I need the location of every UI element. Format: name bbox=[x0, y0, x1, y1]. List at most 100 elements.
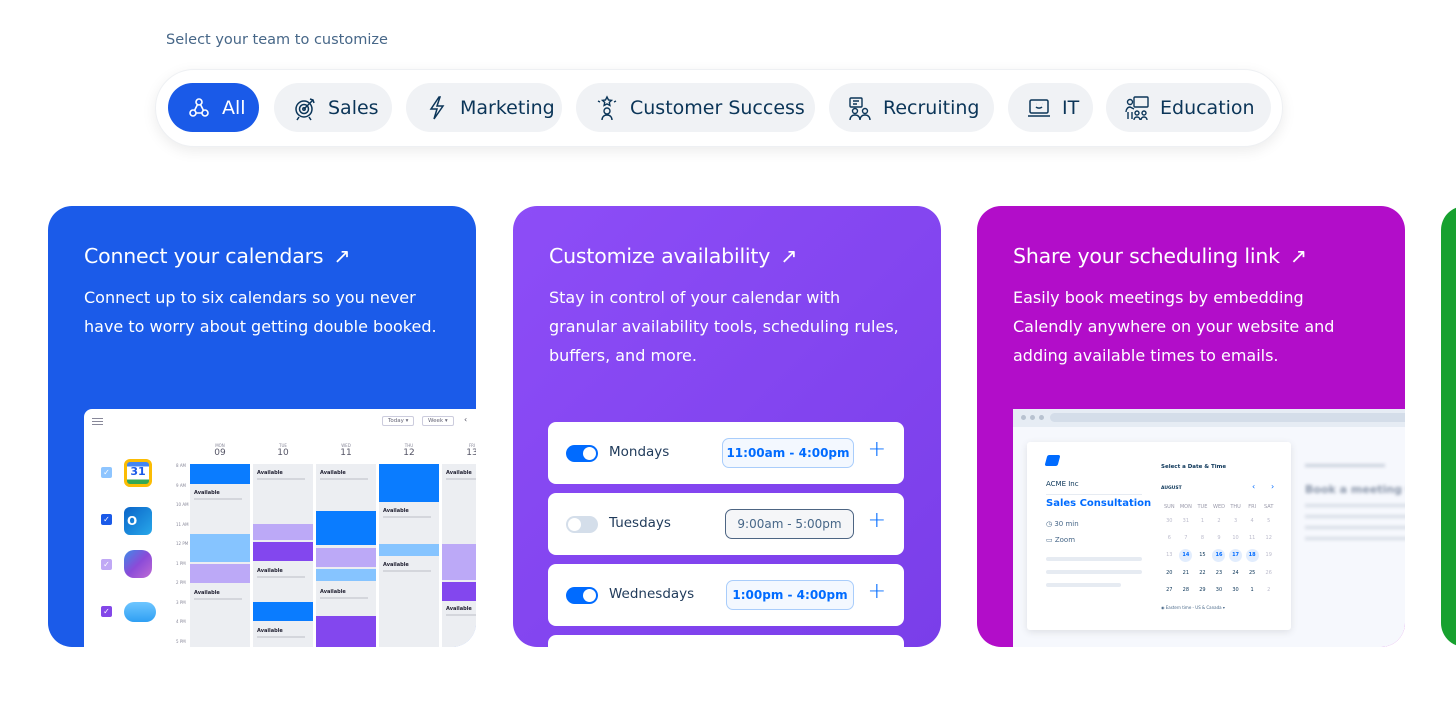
browser-bar bbox=[1013, 409, 1405, 427]
tab-label: Customer Success bbox=[630, 96, 805, 119]
time-label: 9 AM bbox=[176, 482, 187, 488]
icloud-icon bbox=[124, 602, 156, 622]
availability-row-wednesdays: Wednesdays 1:00pm - 4:00pm + bbox=[548, 564, 904, 626]
date-cell: 28 bbox=[1182, 587, 1190, 593]
day-header: WED 11 bbox=[340, 443, 352, 458]
tab-marketing[interactable]: Marketing bbox=[406, 83, 562, 132]
date-cell: 26 bbox=[1265, 570, 1272, 576]
menu-icon bbox=[92, 418, 103, 425]
date-cell: 7 bbox=[1184, 535, 1188, 541]
time-label: 11 AM bbox=[176, 521, 189, 527]
event-name: Sales Consultation bbox=[1046, 498, 1152, 509]
date-cell: 24 bbox=[1232, 570, 1239, 576]
tab-customer-success[interactable]: Customer Success bbox=[576, 83, 815, 132]
card-connect-calendars[interactable]: Connect your calendars ↗ Connect up to si… bbox=[48, 206, 476, 647]
date-cell[interactable]: 14 bbox=[1179, 549, 1193, 562]
card-title[interactable]: Customize availability ↗ bbox=[549, 244, 797, 268]
tab-sales[interactable]: Sales bbox=[274, 83, 392, 132]
date-cell: 23 bbox=[1215, 570, 1223, 576]
tab-it[interactable]: IT bbox=[1008, 83, 1093, 132]
date-cell: 29 bbox=[1199, 587, 1206, 593]
date-cell: 11 bbox=[1248, 535, 1256, 541]
weekday-label: THU bbox=[1230, 504, 1241, 510]
time-label: 3 PM bbox=[176, 599, 186, 605]
date-cell: 22 bbox=[1199, 570, 1206, 576]
time-range[interactable]: 1:00pm - 4:00pm bbox=[726, 580, 854, 610]
section-label: Select your team to customize bbox=[166, 32, 388, 48]
availability-row-mondays: Mondays 11:00am - 4:00pm + bbox=[548, 422, 904, 484]
plus-icon[interactable]: + bbox=[868, 437, 886, 462]
toggle-wednesdays[interactable] bbox=[566, 587, 598, 604]
date-cell[interactable]: 18 bbox=[1245, 549, 1259, 562]
date-cell: 31 bbox=[1182, 518, 1190, 524]
date-cell: 12 bbox=[1265, 535, 1272, 541]
toggle-tuesdays[interactable] bbox=[566, 516, 598, 533]
arrow-up-right-icon: ↗ bbox=[1289, 244, 1307, 268]
date-cell[interactable]: 16 bbox=[1212, 549, 1226, 562]
date-cell: 21 bbox=[1182, 570, 1190, 576]
date-cell: 9 bbox=[1217, 535, 1221, 541]
time-label: 2 PM bbox=[176, 580, 186, 585]
day-header: MON 09 bbox=[214, 443, 226, 458]
day-header: TUE 10 bbox=[277, 443, 289, 458]
booking-widget: ACME Inc Sales Consultation ◷ 30 min ▭ Z… bbox=[1027, 442, 1291, 630]
toggle-mondays[interactable] bbox=[566, 445, 598, 462]
card-customize-availability[interactable]: Customize availability ↗ Stay in control … bbox=[513, 206, 941, 647]
time-label: 8 AM bbox=[176, 463, 187, 468]
date-cell: 1 bbox=[1250, 587, 1254, 593]
availability-row-partial bbox=[548, 635, 904, 647]
date-cell: 25 bbox=[1248, 570, 1256, 576]
chevron-left-icon[interactable]: ‹ bbox=[1252, 482, 1255, 491]
date-cell: 6 bbox=[1167, 535, 1171, 541]
card-title[interactable]: Connect your calendars ↗ bbox=[84, 244, 350, 268]
target-icon bbox=[295, 97, 315, 120]
date-cell: 13 bbox=[1166, 552, 1173, 558]
logo-icon bbox=[1044, 455, 1061, 466]
date-cell: 15 bbox=[1199, 552, 1206, 558]
checkbox: ✓ bbox=[101, 467, 112, 478]
weekday-label: SAT bbox=[1264, 504, 1274, 510]
team-tab-bar: All Sales Marketing Customer Success Rec… bbox=[155, 69, 1283, 147]
calendar-mockup: Today ▾ Week ▾ ‹ ✓ ✓ ✓ ✓ 31 O MON 09 TUE 10… bbox=[84, 409, 476, 647]
checkbox: ✓ bbox=[101, 606, 112, 617]
tab-label: All bbox=[222, 96, 246, 119]
tab-all[interactable]: All bbox=[168, 83, 259, 132]
week-button: Week ▾ bbox=[422, 416, 454, 426]
time-range[interactable]: 11:00am - 4:00pm bbox=[722, 438, 854, 468]
card-body: Connect up to six calendars so you never… bbox=[84, 288, 437, 336]
tab-label: Recruiting bbox=[883, 96, 980, 119]
arrow-up-right-icon: ↗ bbox=[780, 244, 798, 268]
tab-label: Sales bbox=[328, 96, 379, 119]
time-label: 10 AM bbox=[176, 502, 189, 507]
microsoft-365-icon bbox=[124, 550, 152, 578]
plus-icon[interactable]: + bbox=[868, 579, 886, 604]
date-grid: SUN MON TUE WED THU FRI SAT 30 31 1 2 3 4 5 6 7 8 9 10 11 12… bbox=[1161, 504, 1277, 596]
day-header: THU 12 bbox=[403, 443, 415, 458]
chevron-right-icon[interactable]: › bbox=[1271, 482, 1274, 491]
card-title[interactable]: Share your scheduling link ↗ bbox=[1013, 244, 1307, 268]
tab-recruiting[interactable]: Recruiting bbox=[829, 83, 994, 132]
time-range[interactable]: 9:00am - 5:00pm bbox=[725, 509, 854, 539]
card-body: Stay in control of your calendar with gr… bbox=[549, 288, 899, 365]
date-cell: 27 bbox=[1166, 587, 1173, 593]
day-label: Tuesdays bbox=[609, 515, 671, 531]
tab-education[interactable]: Education bbox=[1106, 83, 1271, 132]
card-share-link[interactable]: Share your scheduling link ↗ Easily book … bbox=[977, 206, 1405, 647]
teacher-icon bbox=[1125, 95, 1149, 120]
date-cell: 8 bbox=[1200, 535, 1205, 541]
time-label: 12 PM bbox=[176, 541, 189, 546]
checkbox: ✓ bbox=[101, 559, 112, 570]
chevron-left-icon: ‹ bbox=[464, 415, 468, 424]
plus-icon[interactable]: + bbox=[868, 508, 886, 533]
checkbox: ✓ bbox=[101, 514, 112, 525]
date-cell: 30 bbox=[1166, 518, 1173, 524]
day-label: Mondays bbox=[609, 444, 670, 460]
date-cell[interactable]: 17 bbox=[1229, 549, 1243, 562]
laptop-icon bbox=[1028, 98, 1050, 117]
month-label: AUGUST bbox=[1161, 486, 1182, 491]
date-cell: 20 bbox=[1166, 570, 1173, 576]
duration: ◷ 30 min bbox=[1046, 520, 1079, 528]
people-icon bbox=[849, 96, 871, 120]
weekday-label: TUE bbox=[1197, 504, 1208, 510]
date-cell: 3 bbox=[1233, 518, 1238, 524]
